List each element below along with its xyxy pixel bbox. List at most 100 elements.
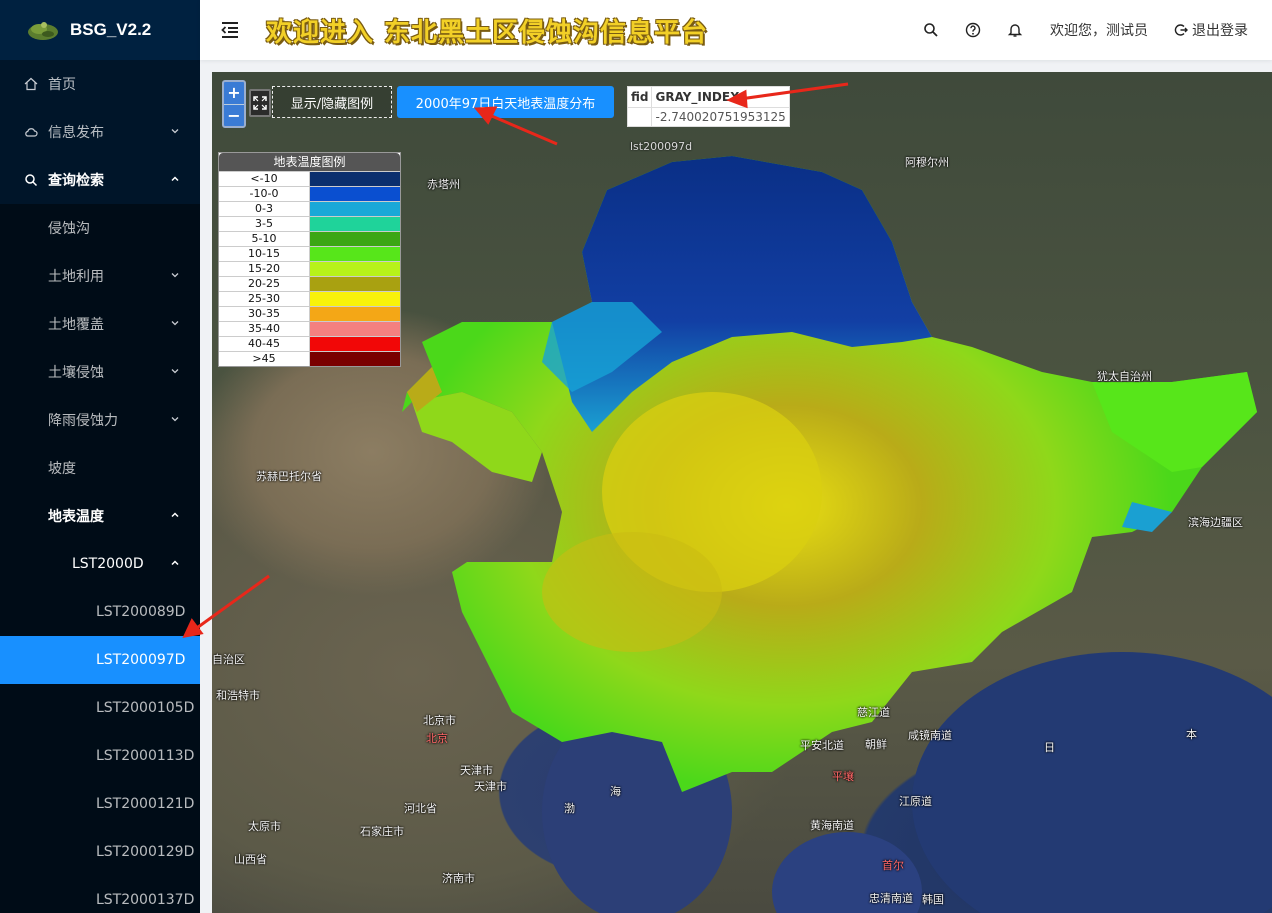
- place-label: 首尔: [882, 859, 904, 872]
- legend-swatch: [310, 352, 400, 366]
- zoom-out-button[interactable]: −: [224, 104, 244, 126]
- sidebar-item-info-publish[interactable]: 信息发布: [0, 108, 200, 156]
- help-icon[interactable]: [965, 22, 981, 38]
- legend-swatch: [310, 232, 400, 246]
- sidebar-item-label: 侵蚀沟: [48, 221, 90, 237]
- logout-button[interactable]: 退出登录: [1174, 20, 1248, 40]
- place-label: 渤: [564, 802, 575, 815]
- sidebar-item-label: 坡度: [48, 461, 76, 477]
- place-label: 苏赫巴托尔省: [256, 470, 322, 483]
- legend-row: -10-0: [219, 186, 400, 201]
- legend-swatch: [310, 262, 400, 276]
- place-label: 海: [610, 785, 621, 798]
- zoom-in-button[interactable]: +: [224, 82, 244, 104]
- legend-row: 5-10: [219, 231, 400, 246]
- sidebar-item-rain-erosivity[interactable]: 降雨侵蚀力: [0, 396, 200, 444]
- place-label: 北京: [426, 732, 448, 745]
- sidebar-item-home[interactable]: 首页: [0, 60, 200, 108]
- place-label: 天津市: [460, 764, 493, 777]
- attr-layer-name: lst200097d: [630, 140, 693, 153]
- map-view[interactable]: 赤塔州 阿穆尔州 犹太自治州 苏赫巴托尔省 滨海边疆区 自治区 和浩特市 北京市…: [212, 72, 1272, 913]
- place-label: 自治区: [212, 653, 245, 666]
- place-label: 和浩特市: [216, 689, 260, 702]
- sidebar-item-label: LST2000113D: [96, 748, 195, 764]
- place-label: 慈江道: [857, 706, 890, 719]
- sidebar-item-label: LST2000D: [72, 556, 144, 572]
- legend: 地表温度图例 <-10 -10-0 0-3 3-5 5-10 10-15 15-20 20-2…: [218, 152, 401, 367]
- chevron-up-icon: [171, 560, 179, 566]
- sidebar-annotation-arrow: [182, 574, 270, 639]
- brand[interactable]: BSG_V2.2: [0, 0, 200, 60]
- legend-swatch: [310, 292, 400, 306]
- sidebar-item-soil-erosion[interactable]: 土壤侵蚀: [0, 348, 200, 396]
- sidebar-item-lst2000105d[interactable]: LST2000105D: [0, 684, 200, 732]
- sidebar-item-lst2000137d[interactable]: LST2000137D: [0, 876, 200, 913]
- place-label: 滨海边疆区: [1188, 516, 1243, 529]
- menu-fold-icon[interactable]: [220, 20, 240, 40]
- brand-name: BSG_V2.2: [70, 20, 152, 39]
- sidebar-item-lst2000121d[interactable]: LST2000121D: [0, 780, 200, 828]
- fullscreen-button[interactable]: [249, 89, 271, 117]
- sidebar-item-lst2000129d[interactable]: LST2000129D: [0, 828, 200, 876]
- legend-swatch: [310, 322, 400, 336]
- logout-label: 退出登录: [1192, 23, 1248, 39]
- header: 欢迎进入 东北黑土区侵蚀沟信息平台 欢迎您，测试员 退出登录: [200, 0, 1272, 60]
- welcome-text: 欢迎您，测试员: [1050, 23, 1148, 39]
- chevron-down-icon: [171, 321, 179, 326]
- sidebar-item-lst200097d[interactable]: LST200097D: [0, 636, 200, 684]
- legend-row: 20-25: [219, 276, 400, 291]
- sidebar-item-label: 降雨侵蚀力: [48, 413, 118, 429]
- place-label: 忠清南道: [869, 892, 913, 905]
- legend-label: 10-15: [219, 247, 310, 261]
- legend-row: 3-5: [219, 216, 400, 231]
- legend-label: 20-25: [219, 277, 310, 291]
- sidebar-item-label: 土地利用: [48, 269, 104, 285]
- legend-label: 30-35: [219, 307, 310, 321]
- legend-row: 10-15: [219, 246, 400, 261]
- legend-row: >45: [219, 351, 400, 366]
- header-actions: 欢迎您，测试员 退出登录: [910, 0, 1248, 60]
- sidebar-item-gully[interactable]: 侵蚀沟: [0, 204, 200, 252]
- legend-swatch: [310, 307, 400, 321]
- place-label: 韩国: [922, 893, 944, 906]
- search-icon[interactable]: [923, 22, 939, 38]
- place-label: 石家庄市: [360, 825, 404, 838]
- place-label: 本: [1186, 728, 1197, 741]
- sidebar-item-label: LST2000137D: [96, 892, 195, 908]
- search-icon: [24, 173, 38, 187]
- sidebar-item-slope[interactable]: 坡度: [0, 444, 200, 492]
- sidebar-item-surface-temp[interactable]: 地表温度: [0, 492, 200, 540]
- place-label: 河北省: [404, 802, 437, 815]
- legend-swatch: [310, 217, 400, 231]
- place-label: 阿穆尔州: [905, 156, 949, 169]
- sidebar-item-label: 土地覆盖: [48, 317, 104, 333]
- sidebar-item-label: LST200089D: [96, 604, 186, 620]
- legend-label: 25-30: [219, 292, 310, 306]
- sidebar-item-lst2000113d[interactable]: LST2000113D: [0, 732, 200, 780]
- legend-row: 25-30: [219, 291, 400, 306]
- sidebar: BSG_V2.2 首页 信息发布 查询检索 侵蚀沟 土地利用 土地覆盖 土壤侵蚀: [0, 0, 200, 913]
- layer-title-button[interactable]: 2000年97日白天地表温度分布: [397, 86, 614, 118]
- place-label: 太原市: [248, 820, 281, 833]
- legend-row: <-10: [219, 171, 400, 186]
- place-label: 日: [1044, 741, 1055, 754]
- zoom-control: + −: [222, 80, 246, 128]
- legend-row: 0-3: [219, 201, 400, 216]
- place-label: 平壤: [832, 770, 854, 783]
- sidebar-item-land-cover[interactable]: 土地覆盖: [0, 300, 200, 348]
- sidebar-item-query[interactable]: 查询检索: [0, 156, 200, 204]
- legend-title: 地表温度图例: [219, 153, 400, 171]
- attr-cell-value: -2.740020751953125: [651, 107, 790, 127]
- sidebar-item-lst2000d[interactable]: LST2000D: [0, 540, 200, 588]
- sidebar-item-land-use[interactable]: 土地利用: [0, 252, 200, 300]
- sidebar-item-lst200089d[interactable]: LST200089D: [0, 588, 200, 636]
- legend-row: 40-45: [219, 336, 400, 351]
- legend-swatch: [310, 277, 400, 291]
- bell-icon[interactable]: [1007, 22, 1023, 38]
- sidebar-item-label: 地表温度: [48, 509, 104, 525]
- toggle-legend-button[interactable]: 显示/隐藏图例: [272, 86, 392, 118]
- legend-swatch: [310, 247, 400, 261]
- place-label: 山西省: [234, 853, 267, 866]
- logout-icon: [1174, 24, 1188, 36]
- sidebar-item-label: LST2000105D: [96, 700, 195, 716]
